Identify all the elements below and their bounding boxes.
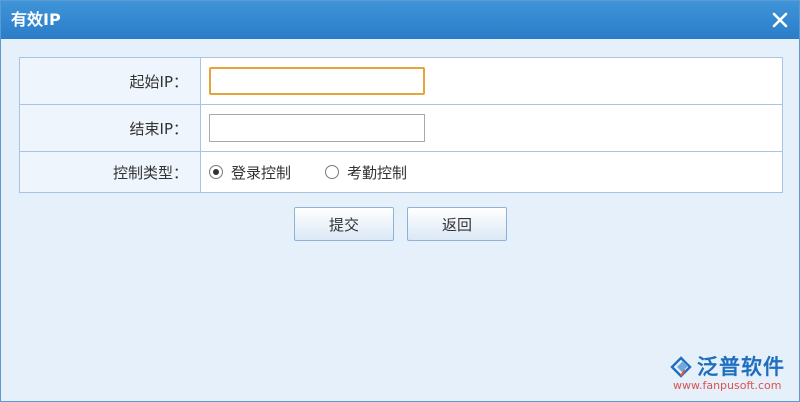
end-ip-row: 结束IP： bbox=[19, 104, 783, 152]
radio-attendance-control-indicator[interactable] bbox=[325, 165, 340, 179]
end-ip-cell bbox=[200, 104, 783, 152]
start-ip-label: 起始IP： bbox=[19, 57, 201, 105]
start-ip-input[interactable] bbox=[209, 67, 425, 95]
radio-login-control[interactable]: 登录控制 bbox=[209, 162, 291, 183]
brand-watermark: 泛普软件 www.fanpusoft.com bbox=[669, 355, 795, 395]
dialog-titlebar: 有效IP bbox=[1, 1, 799, 39]
control-type-cell: 登录控制 考勤控制 bbox=[200, 151, 783, 193]
radio-login-control-indicator[interactable] bbox=[209, 165, 223, 179]
back-button[interactable]: 返回 bbox=[407, 207, 507, 241]
end-ip-input[interactable] bbox=[209, 114, 425, 142]
ip-form-table: 起始IP： 结束IP： 控制类型： 登录控制 考勤控制 bbox=[19, 57, 783, 193]
brand-url: www.fanpusoft.com bbox=[673, 379, 782, 392]
submit-button[interactable]: 提交 bbox=[294, 207, 394, 241]
close-button[interactable] bbox=[769, 9, 791, 31]
brand-logo-icon bbox=[670, 356, 692, 378]
end-ip-label: 结束IP： bbox=[19, 104, 201, 152]
start-ip-cell bbox=[200, 57, 783, 105]
control-type-label: 控制类型： bbox=[19, 151, 201, 193]
brand-name: 泛普软件 bbox=[697, 355, 785, 379]
control-type-radio-group: 登录控制 考勤控制 bbox=[209, 162, 782, 183]
dialog-title: 有效IP bbox=[11, 10, 61, 29]
radio-attendance-control-label: 考勤控制 bbox=[347, 163, 408, 182]
close-icon bbox=[772, 12, 788, 28]
radio-login-control-label: 登录控制 bbox=[231, 163, 292, 182]
control-type-row: 控制类型： 登录控制 考勤控制 bbox=[19, 151, 783, 193]
dialog-window: 有效IP 起始IP： 结束IP： 控制类型： 登录控制 考勤控制 提交 返回 泛… bbox=[0, 0, 800, 402]
radio-attendance-control[interactable]: 考勤控制 bbox=[325, 162, 407, 183]
start-ip-row: 起始IP： bbox=[19, 57, 783, 105]
